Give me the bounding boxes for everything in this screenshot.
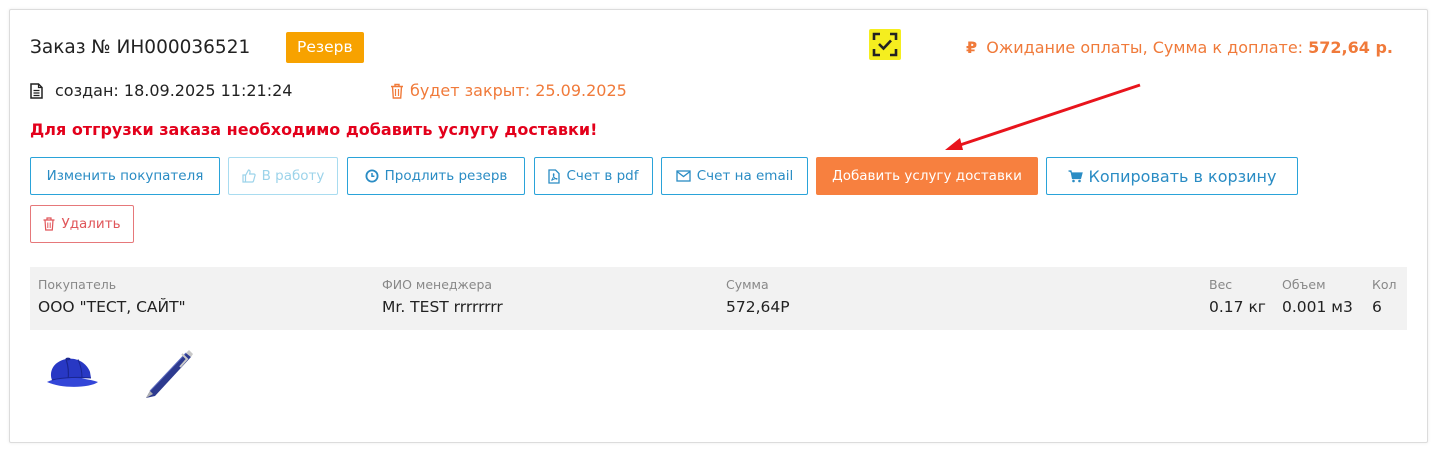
copy-to-cart-button[interactable]: Копировать в корзину (1046, 157, 1298, 195)
delete-button[interactable]: Удалить (30, 205, 134, 243)
order-info-bar: Покупатель ООО "ТЕСТ, САЙТ" ФИО менеджер… (30, 267, 1407, 330)
order-card: Заказ № ИН000036521 Резерв ₽ Ожидание оп… (9, 9, 1428, 443)
copy-to-cart-label: Копировать в корзину (1088, 166, 1277, 186)
buyer-value: ООО "ТЕСТ, САЙТ" (38, 298, 186, 316)
qr-scan-icon[interactable] (869, 29, 901, 60)
sum-value: 572,64Р (726, 298, 790, 316)
invoice-pdf-button[interactable]: Счет в pdf (534, 157, 653, 195)
close-date: будет закрыт: 25.09.2025 (390, 81, 627, 100)
blue-cap-icon[interactable] (44, 353, 100, 393)
buyer-label: Покупатель (38, 277, 117, 292)
buyer-column: Покупатель ООО "ТЕСТ, САЙТ" (38, 277, 186, 316)
manager-label: ФИО менеджера (382, 277, 493, 292)
volume-column: Объем 0.001 м3 (1282, 277, 1353, 316)
extend-reserve-button[interactable]: Продлить резерв (347, 157, 525, 195)
blue-pen-icon[interactable] (140, 348, 196, 402)
payment-status-label: Ожидание оплаты, Сумма к доплате: (986, 38, 1304, 57)
add-delivery-button[interactable]: Добавить услугу доставки (816, 157, 1038, 195)
sum-column: Сумма 572,64Р (726, 277, 790, 316)
qty-column: Кол 6 (1372, 277, 1397, 316)
extend-reserve-label: Продлить резерв (384, 168, 508, 184)
close-date-text: будет закрыт: 25.09.2025 (410, 81, 627, 100)
status-badge: Резерв (286, 32, 364, 63)
invoice-pdf-label: Счет в pdf (566, 168, 639, 184)
created-date: создан: 18.09.2025 11:21:24 (30, 81, 292, 100)
manager-column: ФИО менеджера Mr. TEST rrrrrrrr (382, 277, 503, 316)
to-work-label: В работу (261, 168, 325, 184)
cart-icon (1068, 169, 1083, 182)
qty-label: Кол (1372, 277, 1397, 292)
sum-label: Сумма (726, 277, 769, 292)
order-title: Заказ № ИН000036521 (30, 37, 251, 58)
qty-value: 6 (1372, 298, 1382, 316)
weight-value: 0.17 кг (1209, 298, 1266, 316)
delivery-warning: Для отгрузки заказа необходимо добавить … (30, 120, 598, 139)
thumbs-up-icon (241, 169, 256, 183)
trash-icon (43, 217, 55, 231)
change-buyer-label: Изменить покупателя (46, 168, 204, 184)
annotation-arrow (945, 83, 1141, 150)
clock-icon (365, 169, 379, 183)
payment-status: ₽ Ожидание оплаты, Сумма к доплате: 572,… (966, 38, 1393, 57)
invoice-email-button[interactable]: Счет на email (661, 157, 808, 195)
payment-amount: 572,64 р. (1308, 38, 1393, 57)
pdf-file-icon (548, 168, 561, 184)
invoice-email-label: Счет на email (696, 168, 794, 184)
volume-label: Объем (1282, 277, 1326, 292)
trash-icon (391, 83, 403, 99)
delete-label: Удалить (61, 216, 121, 232)
weight-label: Вес (1209, 277, 1233, 292)
ruble-icon: ₽ (966, 38, 978, 57)
envelope-icon (676, 170, 691, 182)
weight-column: Вес 0.17 кг (1209, 277, 1266, 316)
to-work-button[interactable]: В работу (228, 157, 338, 195)
change-buyer-button[interactable]: Изменить покупателя (30, 157, 220, 195)
document-icon (30, 82, 43, 99)
created-text: создан: 18.09.2025 11:21:24 (55, 81, 293, 100)
add-delivery-label: Добавить услугу доставки (832, 168, 1022, 184)
volume-value: 0.001 м3 (1282, 298, 1353, 316)
manager-value: Mr. TEST rrrrrrrr (382, 298, 503, 316)
